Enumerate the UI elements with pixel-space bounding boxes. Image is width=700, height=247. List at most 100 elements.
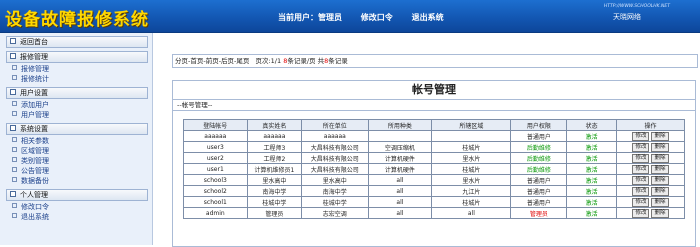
bullet-icon bbox=[12, 111, 17, 116]
cell-type: 空调压缩机 bbox=[367, 141, 433, 153]
cell-account: aaaaaa bbox=[183, 130, 248, 142]
cell-unit: 桂城中学 bbox=[301, 196, 369, 208]
cell-region: 九江片 bbox=[431, 185, 512, 197]
change-password-link[interactable]: 修改口令 bbox=[361, 13, 393, 22]
delete-button[interactable]: 删除 bbox=[651, 175, 669, 185]
table-row: user1 计算机维修员1 大昌科技有限公司 计算机硬件 桂城片 后勤维修 激活 修改 删除 bbox=[183, 163, 686, 175]
cell-unit: 南海中学 bbox=[301, 185, 369, 197]
pager-links[interactable]: 分页-首页-前页-后页-尾页 bbox=[175, 57, 249, 65]
sidebar-item-label: 公告管理 bbox=[21, 167, 49, 175]
sidebar-item[interactable]: 用户管理 bbox=[0, 110, 152, 120]
cell-name: 里水高中 bbox=[246, 174, 303, 186]
page-title: 帐号管理 bbox=[173, 81, 695, 100]
expand-box-icon bbox=[10, 53, 16, 59]
cell-unit: 大昌科技有限公司 bbox=[301, 152, 369, 164]
bullet-icon bbox=[12, 101, 17, 106]
cell-type bbox=[367, 130, 433, 142]
sidebar-section[interactable]: 用户设置 bbox=[6, 87, 148, 99]
sidebar-item[interactable]: 区域管理 bbox=[0, 146, 152, 156]
delete-button[interactable]: 删除 bbox=[651, 164, 669, 174]
sidebar-section-label: 用户设置 bbox=[20, 89, 48, 97]
column-header: 真实姓名 bbox=[246, 119, 303, 131]
edit-button[interactable]: 修改 bbox=[632, 131, 650, 141]
sidebar-section-label: 个人管理 bbox=[20, 191, 48, 199]
cell-region: 桂城片 bbox=[431, 196, 512, 208]
delete-button[interactable]: 删除 bbox=[651, 197, 669, 207]
sidebar-item-label: 报修统计 bbox=[21, 75, 49, 83]
column-header: 状态 bbox=[566, 119, 617, 131]
sidebar-item[interactable]: 相关参数 bbox=[0, 136, 152, 146]
cell-unit: 志宏空调 bbox=[301, 207, 369, 219]
column-header: 所在单位 bbox=[301, 119, 369, 131]
cell-name: 工程师2 bbox=[246, 152, 303, 164]
sidebar-item[interactable]: 类别管理 bbox=[0, 156, 152, 166]
edit-button[interactable]: 修改 bbox=[632, 186, 650, 196]
table-row: admin 管理员 志宏空调 all all 管理员 激活 修改 删除 bbox=[183, 207, 686, 219]
cell-name: aaaaaa bbox=[246, 130, 303, 142]
delete-button[interactable]: 删除 bbox=[651, 186, 669, 196]
cell-unit: aaaaaa bbox=[301, 130, 369, 142]
cell-role: 后勤维修 bbox=[510, 141, 568, 153]
column-header: 所用种类 bbox=[367, 119, 433, 131]
sidebar-item-label: 退出系统 bbox=[21, 213, 49, 221]
sidebar-section[interactable]: 返回首台 bbox=[6, 36, 148, 48]
cell-actions: 修改 删除 bbox=[615, 185, 686, 197]
sidebar-item[interactable]: 退出系统 bbox=[0, 212, 152, 222]
sidebar-item[interactable]: 公告管理 bbox=[0, 166, 152, 176]
cell-role: 后勤维修 bbox=[510, 163, 568, 175]
bullet-icon bbox=[12, 137, 17, 142]
bullet-icon bbox=[12, 213, 17, 218]
sidebar-item[interactable]: 数据备份 bbox=[0, 176, 152, 186]
bullet-icon bbox=[12, 177, 17, 182]
cell-actions: 修改 删除 bbox=[615, 152, 686, 164]
edit-button[interactable]: 修改 bbox=[632, 208, 650, 218]
edit-button[interactable]: 修改 bbox=[632, 164, 650, 174]
column-header: 登陆帐号 bbox=[183, 119, 248, 131]
site-url: HTTP://WWW.SCHOOLHK.NET bbox=[603, 4, 670, 9]
account-table: 登陆帐号 真实姓名 所在单位 所用种类 所辖区域 用户权限 状态 操作 aaaaaa aaaaa… bbox=[183, 119, 686, 219]
column-header: 操作 bbox=[615, 119, 686, 131]
sidebar-item-label: 相关参数 bbox=[21, 137, 49, 145]
cell-type: 计算机硬件 bbox=[367, 152, 433, 164]
per-page-suffix: 条记录/页 bbox=[287, 57, 316, 65]
sidebar-item[interactable]: 报修管理 bbox=[0, 64, 152, 74]
sidebar-item-label: 区域管理 bbox=[21, 147, 49, 155]
delete-button[interactable]: 删除 bbox=[651, 153, 669, 163]
sidebar-section[interactable]: 报修管理 bbox=[6, 51, 148, 63]
sidebar-item[interactable]: 添加用户 bbox=[0, 100, 152, 110]
sidebar-item[interactable]: 报修统计 bbox=[0, 74, 152, 84]
cell-type: all bbox=[367, 185, 433, 197]
sidebar-section[interactable]: 个人管理 bbox=[6, 189, 148, 201]
sidebar-item[interactable]: 修改口令 bbox=[0, 202, 152, 212]
logout-link[interactable]: 退出系统 bbox=[412, 13, 444, 22]
sidebar-item-label: 数据备份 bbox=[21, 177, 49, 185]
cell-actions: 修改 删除 bbox=[615, 174, 686, 186]
cell-name: 管理员 bbox=[246, 207, 303, 219]
sidebar-item-label: 添加用户 bbox=[21, 101, 49, 109]
cell-status: 激活 bbox=[566, 130, 617, 142]
cell-type: 计算机硬件 bbox=[367, 163, 433, 175]
delete-button[interactable]: 删除 bbox=[651, 208, 669, 218]
bullet-icon bbox=[12, 157, 17, 162]
edit-button[interactable]: 修改 bbox=[632, 175, 650, 185]
expand-box-icon bbox=[10, 191, 16, 197]
delete-button[interactable]: 删除 bbox=[651, 142, 669, 152]
sidebar-section[interactable]: 系统设置 bbox=[6, 123, 148, 135]
edit-button[interactable]: 修改 bbox=[632, 142, 650, 152]
edit-button[interactable]: 修改 bbox=[632, 153, 650, 163]
cell-actions: 修改 删除 bbox=[615, 130, 686, 142]
cell-account: admin bbox=[183, 207, 248, 219]
edit-button[interactable]: 修改 bbox=[632, 197, 650, 207]
cell-status: 激活 bbox=[566, 163, 617, 175]
cell-unit: 大昌科技有限公司 bbox=[301, 141, 369, 153]
cell-role: 管理员 bbox=[510, 207, 568, 219]
app-logo: 设备故障报修系统 bbox=[5, 10, 149, 30]
delete-button[interactable]: 删除 bbox=[651, 131, 669, 141]
total-suffix: 条记录 bbox=[328, 57, 348, 65]
pager: 分页-首页-前页-后页-尾页 页次:1/1 8条记录/页 共8条记录 bbox=[172, 54, 698, 68]
sidebar-item-label: 报修管理 bbox=[21, 65, 49, 73]
cell-account: school2 bbox=[183, 185, 248, 197]
cell-role: 普通用户 bbox=[510, 196, 568, 208]
table-header-row: 登陆帐号 真实姓名 所在单位 所用种类 所辖区域 用户权限 状态 操作 bbox=[183, 119, 686, 131]
table-row: user2 工程师2 大昌科技有限公司 计算机硬件 里水片 后勤维修 激活 修改 删除 bbox=[183, 152, 686, 164]
